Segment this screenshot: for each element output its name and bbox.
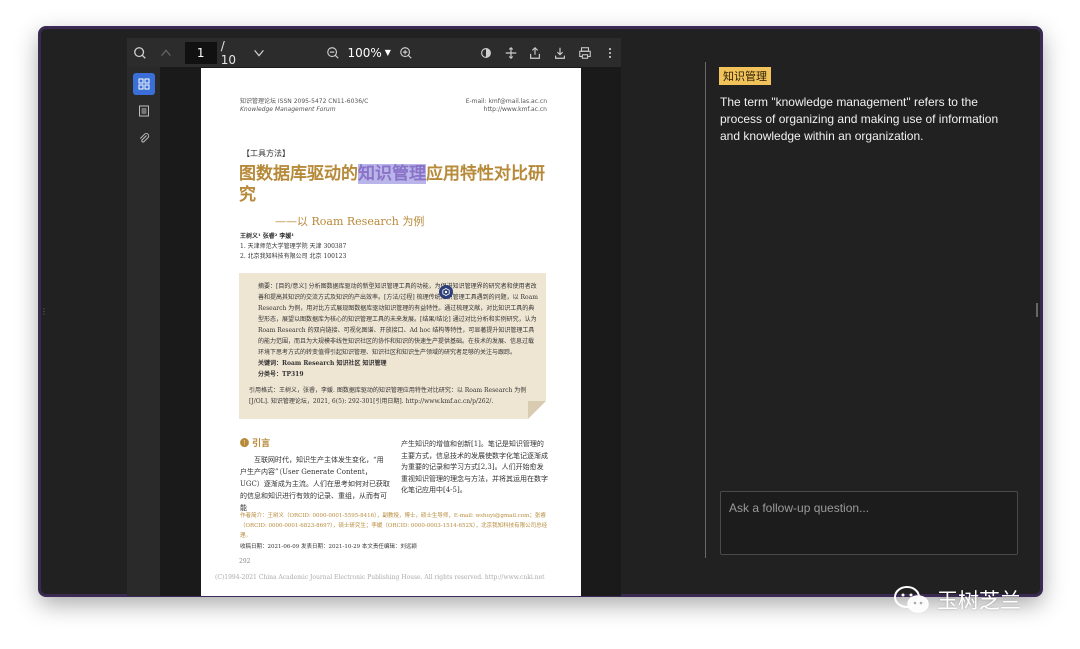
copyright-footer: (C)1994-2021 China Academic Journal Elec… [215,574,545,581]
journal-header-line-1: 知识管理论坛 ISSN 2095-5472 CN11-6036/C [240,98,369,105]
zoom-in-icon[interactable] [395,42,417,64]
journal-email: E-mail: kmf@mail.las.ac.cn [465,98,547,105]
ai-answer: The term "knowledge management" refers t… [720,95,999,143]
author-note: 作者简介：王树义（ORCID: 0000-0001-5595-8416），副教授… [240,513,548,539]
page-total: / 10 [220,38,236,67]
article-subtitle: ——以 Roam Research 为例 [275,215,425,228]
title-part-1: 图数据库驱动的 [239,164,358,184]
article-authors: 王树义¹ 张睿² 李媛¹ 1. 天津师范大学管理学院 天津 300387 2. … [240,232,346,262]
panel-divider[interactable] [705,62,706,558]
share-icon[interactable] [524,42,546,64]
theme-icon[interactable] [475,42,497,64]
attachment-icon [139,133,149,143]
attachments-button[interactable] [133,127,155,149]
zoom-select[interactable]: 100% ▼ [347,46,390,60]
print-icon[interactable] [574,42,596,64]
author-affiliation-1: 1. 天津师范大学管理学院 天津 300387 [240,243,347,250]
more-icon[interactable] [599,42,621,64]
prev-page-icon[interactable] [155,42,177,64]
thumbnails-button[interactable] [132,73,155,95]
page-fold-decoration [528,401,546,419]
selected-term-tag: 知识管理 [719,67,771,85]
journal-header-line-2: Knowledge Management Forum [240,106,336,113]
search-icon[interactable] [129,42,151,64]
publication-dates: 收稿日期：2021-06-09 发表日期：2021-10-29 本文责任编辑：刘… [240,544,417,550]
pdf-sidebar [127,67,160,596]
author-affiliation-2: 2. 北京我知科技有限公司 北京 100123 [240,253,347,260]
pdf-toolbar: / 10 100% ▼ [127,38,621,67]
follow-up-input[interactable]: Ask a follow-up question... [720,491,1018,555]
right-resize-handle[interactable] [1036,303,1038,317]
ai-assistant-icon[interactable] [439,285,453,299]
body-column-left: ❶ 引言 互联网时代，知识生产主体发生变化，“用户生产内容”（User Gene… [240,438,390,514]
follow-up-placeholder: Ask a follow-up question... [729,501,870,515]
title-highlight[interactable]: 知识管理 [358,164,426,184]
outline-button[interactable] [133,100,155,122]
journal-header: 知识管理论坛 ISSN 2095-5472 CN11-6036/C Knowle… [240,98,368,114]
download-icon[interactable] [549,42,571,64]
citation-format: 引用格式：王树义，张睿，李媛. 图数据库驱动的知识管理应用特性对比研究：以 Ro… [249,387,527,405]
outline-icon [138,105,149,117]
zoom-out-icon[interactable] [322,42,344,64]
pdf-page[interactable]: 知识管理论坛 ISSN 2095-5472 CN11-6036/C Knowle… [201,68,581,596]
next-page-icon[interactable] [248,42,270,64]
keywords: 关键词：Roam Research 知识社区 知识管理 [258,360,387,367]
journal-url: http://www.kmf.ac.cn [483,106,547,113]
move-icon[interactable] [500,42,522,64]
abstract-box: 摘要：[目的/意义] 分析图数据库驱动的新型知识管理工具的功能，为促进知识管理界… [239,273,546,419]
app-window: ⋮ / 10 100% ▼ [39,27,1042,596]
watermark-text: 玉树芝兰 [937,589,1021,613]
watermark: 玉树芝兰 [893,585,1021,615]
journal-contact: E-mail: kmf@mail.las.ac.cn http://www.km… [466,98,547,114]
author-names: 王树义¹ 张睿² 李媛¹ [240,233,295,240]
thumbnails-icon [138,78,149,90]
classification-number: 分类号：TP319 [258,371,304,378]
body-text-left: 互联网时代，知识生产主体发生变化，“用户生产内容”（User Generate … [240,456,390,512]
caret-down-icon: ▼ [384,48,391,57]
article-title: 图数据库驱动的知识管理应用特性对比研究 [239,164,559,206]
page-number: 292 [239,558,251,565]
left-resize-handle[interactable]: ⋮ [40,307,48,321]
page-number-input[interactable] [184,41,217,64]
abstract-text: 摘要：[目的/意义] 分析图数据库驱动的新型知识管理工具的功能，为促进知识管理界… [258,283,538,356]
wechat-icon [894,586,929,613]
body-column-right: 产生知识的增值和创新[1]。笔记是知识管理的主要方式，信息技术的发展使数字化笔记… [401,440,548,494]
article-category: 【工具方法】 [242,149,290,158]
section-heading: ❶ 引言 [240,439,271,449]
zoom-value: 100% [347,45,382,60]
